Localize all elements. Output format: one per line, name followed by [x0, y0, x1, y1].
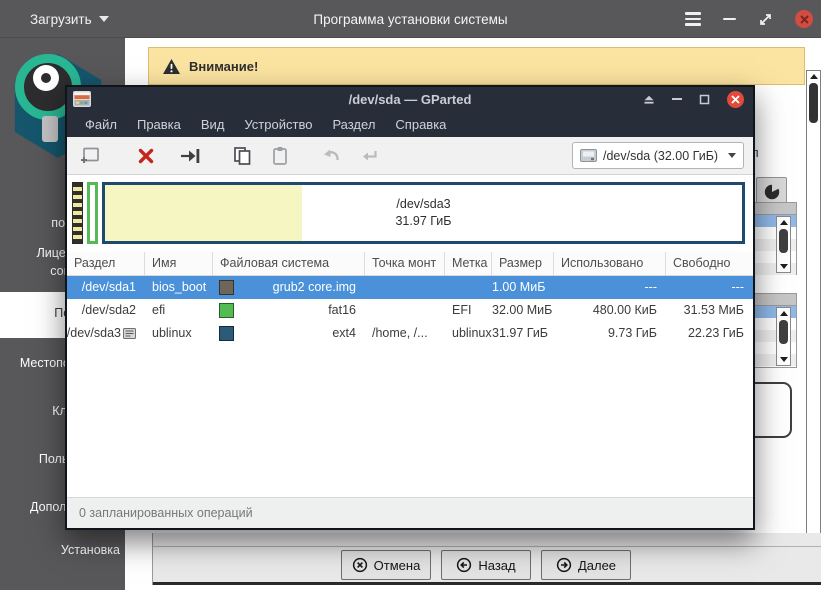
scroll-thumb[interactable] [779, 320, 788, 344]
copy-button[interactable] [229, 143, 255, 169]
scroll-thumb[interactable] [809, 83, 818, 123]
installer-logo-detail [42, 116, 58, 142]
menu-help[interactable]: Справка [385, 113, 456, 136]
delete-partition-button[interactable] [133, 143, 159, 169]
gparted-titlebar[interactable]: /dev/sda — GParted [67, 87, 753, 111]
divider [153, 546, 821, 547]
partition-visual-sda3[interactable]: /dev/sda3 31.97 ГиБ [102, 182, 745, 244]
col-partition[interactable]: Раздел [67, 252, 145, 275]
minimize-icon[interactable] [723, 17, 736, 21]
top-bar: Загрузить Программа установки системы [0, 0, 821, 38]
fs-color-swatch [219, 303, 234, 318]
eject-icon[interactable] [643, 94, 655, 105]
fs-color-swatch [219, 326, 234, 341]
visual-partition-size: 31.97 ГиБ [395, 214, 452, 228]
gparted-window: /dev/sda — GParted Файл Правка Вид Устро… [65, 85, 755, 530]
scroll-down-icon[interactable] [779, 264, 788, 269]
pie-chart-icon [763, 183, 781, 201]
expand-icon[interactable] [758, 12, 773, 27]
forward-arrow-icon [556, 557, 572, 573]
wizard-footer: Отмена Назад Далее [152, 533, 821, 585]
col-used[interactable]: Использовано [554, 252, 666, 275]
back-label: Назад [478, 557, 516, 573]
close-icon[interactable] [727, 90, 744, 108]
fs-color-swatch [219, 280, 234, 295]
partition-visual-sda2[interactable] [87, 182, 98, 244]
col-name[interactable]: Имя [145, 252, 213, 275]
back-button[interactable]: Назад [441, 550, 531, 580]
gparted-menubar: Файл Правка Вид Устройство Раздел Справк… [67, 111, 753, 137]
new-partition-button[interactable] [77, 143, 103, 169]
device-selector[interactable]: /dev/sda (32.00 ГиБ) [572, 142, 744, 169]
warning-banner: Внимание! [148, 47, 805, 85]
sidebar-step-install[interactable]: Установка [0, 541, 125, 559]
chevron-down-icon [728, 153, 736, 158]
main-scrollbar[interactable] [806, 70, 821, 546]
cancel-button[interactable]: Отмена [341, 550, 431, 580]
next-label: Далее [577, 557, 617, 573]
scroll-up-icon[interactable] [779, 311, 788, 316]
minimize-icon[interactable] [672, 98, 682, 100]
undo-button[interactable] [319, 143, 345, 169]
table-row-sda1[interactable]: /dev/sda1 bios_boot grub2 core.img 1.00 … [67, 276, 753, 299]
scroll-down-icon[interactable] [779, 357, 788, 362]
divider [153, 582, 821, 585]
pending-operations: 0 запланированных операций [79, 506, 253, 520]
gparted-statusbar: 0 запланированных операций [67, 497, 753, 528]
scroll-thumb[interactable] [779, 229, 788, 253]
close-icon[interactable] [795, 10, 813, 28]
warning-title: Внимание! [189, 58, 259, 74]
menu-file[interactable]: Файл [75, 113, 127, 136]
disk-icon [580, 149, 597, 162]
partition-visual-panel: /dev/sda3 31.97 ГиБ [67, 175, 753, 252]
visual-partition-name: /dev/sda3 [396, 197, 451, 211]
scrollbar[interactable] [776, 307, 791, 366]
partition-table-header: Раздел Имя Файловая система Точка монт М… [67, 252, 753, 276]
col-free[interactable]: Свободно [666, 252, 753, 275]
device-selector-value: /dev/sda (32.00 ГиБ) [603, 148, 719, 163]
next-button[interactable]: Далее [541, 550, 631, 580]
scroll-up-icon[interactable] [779, 220, 788, 225]
col-filesystem[interactable]: Файловая система [213, 252, 365, 275]
warning-triangle-icon [163, 58, 180, 74]
hamburger-menu-icon[interactable] [685, 12, 701, 26]
restore-icon[interactable] [699, 94, 710, 105]
menu-device[interactable]: Устройство [234, 113, 322, 136]
col-size[interactable]: Размер [492, 252, 554, 275]
scrollbar[interactable] [776, 216, 791, 273]
menu-view[interactable]: Вид [191, 113, 235, 136]
table-row-sda2[interactable]: /dev/sda2 efi fat16 EFI 32.00 МиБ 480.00… [67, 299, 753, 322]
back-arrow-icon [456, 557, 472, 573]
resize-move-button[interactable] [177, 143, 203, 169]
menu-edit[interactable]: Правка [127, 113, 191, 136]
cancel-icon [352, 557, 368, 573]
table-row-sda3[interactable]: /dev/sda3 ublinux ext4 /home, /... ublin… [67, 322, 753, 345]
mounted-partition-icon [123, 328, 136, 339]
apply-button[interactable] [357, 143, 383, 169]
cancel-label: Отмена [373, 557, 421, 573]
paste-button[interactable] [267, 143, 293, 169]
col-label[interactable]: Метка [445, 252, 492, 275]
gparted-toolbar: /dev/sda (32.00 ГиБ) [67, 137, 753, 175]
screen: Внимание! Тип [0, 0, 821, 590]
partition-visual-sda1[interactable] [72, 182, 83, 244]
col-mountpoint[interactable]: Точка монт [365, 252, 445, 275]
menu-partition[interactable]: Раздел [322, 113, 385, 136]
scroll-up-icon[interactable] [809, 74, 818, 79]
